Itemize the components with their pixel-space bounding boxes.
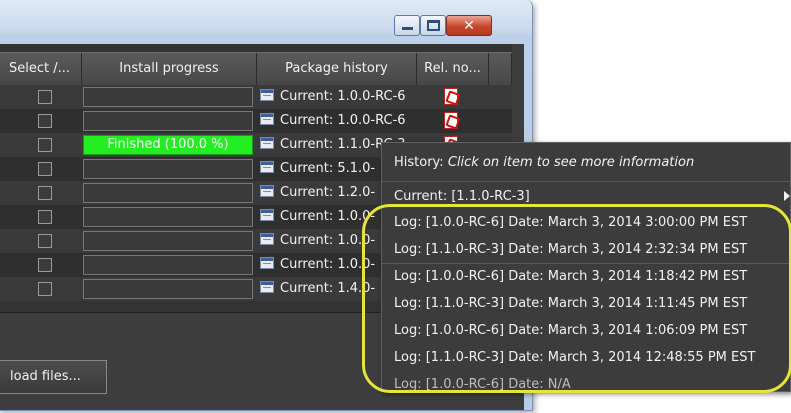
pdf-icon[interactable] <box>444 88 458 105</box>
install-progress-bar <box>83 279 253 299</box>
install-progress-bar <box>83 207 253 227</box>
package-history-text: Current: 1.0.0- <box>280 209 376 224</box>
header-package-history[interactable]: Package history <box>257 53 417 85</box>
install-progress-bar <box>83 183 253 203</box>
package-history-cell[interactable]: Current: 5.1.0- <box>260 159 375 179</box>
package-history-text: Current: 1.2.0- <box>280 185 376 200</box>
install-progress-bar: Finished (100.0 %) <box>83 135 253 155</box>
package-history-cell[interactable]: Current: 1.0.0- <box>260 231 375 251</box>
history-context-menu: History: Click on item to see more infor… <box>381 142 791 392</box>
select-checkbox[interactable] <box>38 90 52 104</box>
download-files-button[interactable]: load files... <box>0 360 107 394</box>
table-row[interactable]: Current: 1.0.0-RC-6 <box>0 85 512 109</box>
select-checkbox[interactable] <box>38 210 52 224</box>
calendar-table-icon <box>260 209 274 221</box>
package-history-cell[interactable]: Current: 1.0.0- <box>260 207 375 227</box>
calendar-table-icon <box>260 161 274 173</box>
install-progress-bar <box>83 231 253 251</box>
select-checkbox[interactable] <box>38 114 52 128</box>
menu-title-hint: Click on item to see more information <box>447 155 695 170</box>
calendar-table-icon <box>260 257 274 269</box>
select-checkbox[interactable] <box>38 282 52 296</box>
menu-title-prefix: History: <box>394 155 448 170</box>
menu-item-log[interactable]: Log: [1.1.0-RC-3] Date: March 3, 2014 12… <box>394 345 755 371</box>
menu-item-log[interactable]: Log: [1.0.0-RC-6] Date: March 3, 2014 3:… <box>394 210 747 236</box>
package-history-cell[interactable]: Current: 1.0.0-RC-6 <box>260 87 406 107</box>
menu-separator <box>382 181 791 182</box>
header-release-notes[interactable]: Rel. no... <box>417 53 489 85</box>
package-history-cell[interactable]: Current: 1.0.0-RC-6 <box>260 111 406 131</box>
minimize-button[interactable] <box>394 15 420 36</box>
package-history-cell[interactable]: Current: 1.0.0- <box>260 255 375 275</box>
install-progress-bar <box>83 111 253 131</box>
calendar-table-icon <box>260 281 274 293</box>
package-history-text: Current: 1.0.0- <box>280 257 376 272</box>
package-history-text: Current: 1.0.0-RC-6 <box>280 89 406 104</box>
select-checkbox[interactable] <box>38 162 52 176</box>
package-history-text: Current: 1.0.0- <box>280 233 376 248</box>
menu-item-log[interactable]: Log: [1.0.0-RC-6] Date: March 3, 2014 1:… <box>394 264 747 290</box>
menu-item-log[interactable]: Log: [1.1.0-RC-3] Date: March 3, 2014 2:… <box>394 237 747 263</box>
maximize-icon <box>426 20 440 31</box>
table-row[interactable]: Current: 1.0.0-RC-6 <box>0 109 512 133</box>
calendar-table-icon <box>260 185 274 197</box>
calendar-table-icon <box>260 113 274 125</box>
select-checkbox[interactable] <box>38 138 52 152</box>
pdf-icon[interactable] <box>444 112 458 129</box>
menu-item-log[interactable]: Log: [1.1.0-RC-3] Date: March 3, 2014 1:… <box>394 291 747 317</box>
menu-item-current[interactable]: Current: [1.1.0-RC-3] <box>394 184 530 210</box>
header-filler <box>489 53 512 85</box>
calendar-table-icon <box>260 137 274 149</box>
install-progress-bar <box>83 255 253 275</box>
close-button[interactable]: ✕ <box>446 15 492 36</box>
package-history-text: Current: 1.0.0-RC-6 <box>280 113 406 128</box>
header-select[interactable]: Select /... <box>0 53 82 85</box>
package-history-text: Current: 1.4.0- <box>280 281 376 296</box>
select-checkbox[interactable] <box>38 186 52 200</box>
table-header: Select /... Install progress Package his… <box>0 52 512 86</box>
menu-item-log[interactable]: Log: [1.0.0-RC-6] Date: March 3, 2014 1:… <box>394 318 747 344</box>
close-icon: ✕ <box>463 17 475 34</box>
menu-title: History: Click on item to see more infor… <box>394 155 694 170</box>
select-checkbox[interactable] <box>38 258 52 272</box>
maximize-button[interactable] <box>420 15 446 36</box>
minimize-icon <box>401 27 413 30</box>
package-history-text: Current: 5.1.0- <box>280 161 376 176</box>
install-progress-bar <box>83 87 253 107</box>
calendar-table-icon <box>260 89 274 101</box>
package-history-cell[interactable]: Current: 1.2.0- <box>260 183 375 203</box>
install-progress-bar <box>83 159 253 179</box>
select-checkbox[interactable] <box>38 234 52 248</box>
title-bar: ✕ <box>0 0 532 36</box>
calendar-table-icon <box>260 233 274 245</box>
menu-item-log[interactable]: Log: [1.0.0-RC-6] Date: N/A <box>394 372 571 398</box>
chevron-right-icon <box>784 191 790 201</box>
package-history-cell[interactable]: Current: 1.4.0- <box>260 279 375 299</box>
header-install-progress[interactable]: Install progress <box>82 53 257 85</box>
